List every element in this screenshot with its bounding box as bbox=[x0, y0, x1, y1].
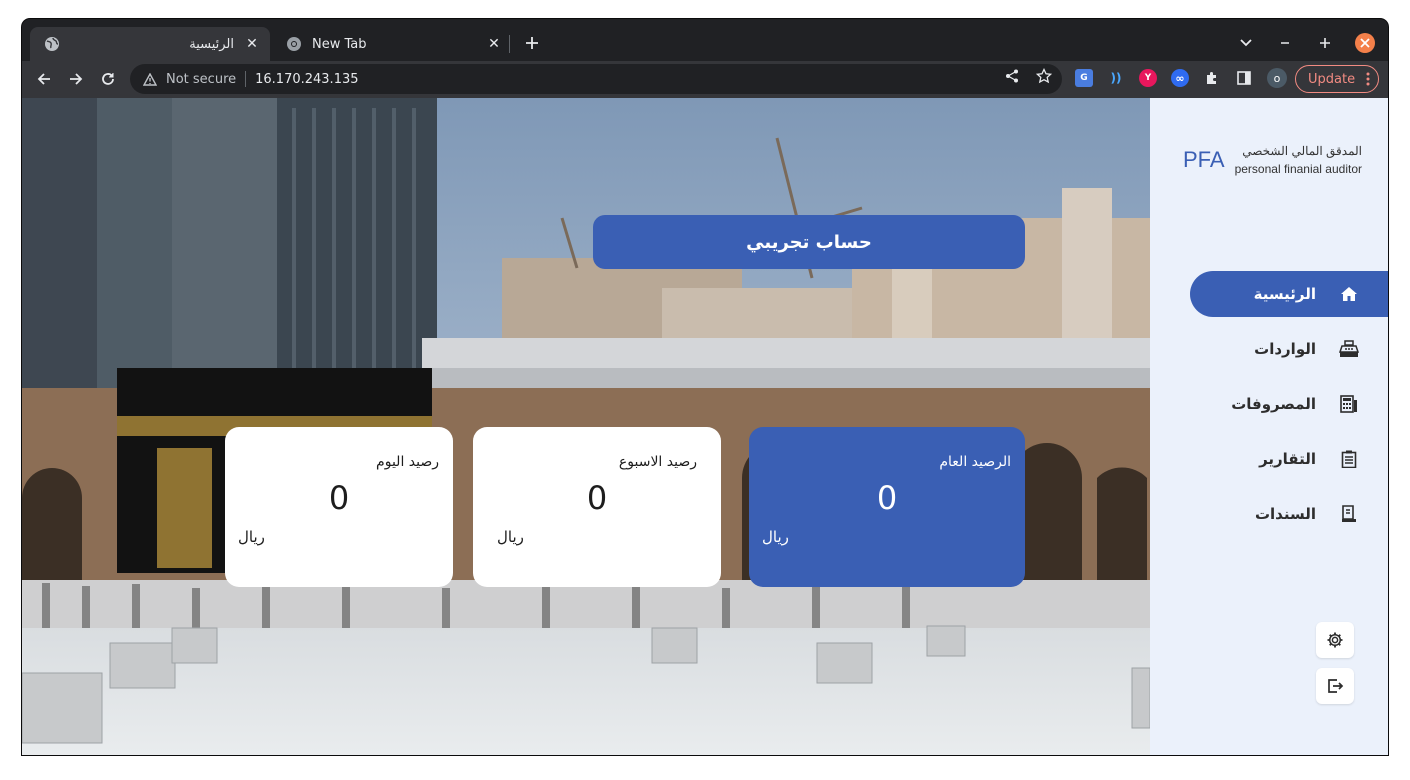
brand-logo[interactable]: PFA bbox=[1183, 147, 1225, 173]
tab-title: New Tab bbox=[312, 36, 367, 52]
back-button[interactable] bbox=[31, 66, 57, 92]
browser-toolbar: Not secure 16.170.243.135 G )) Y ∞ o Upd… bbox=[22, 61, 1388, 98]
card-value: 0 bbox=[586, 479, 608, 517]
globe-icon bbox=[44, 36, 60, 52]
sidebar-item-vouchers[interactable]: السندات bbox=[1150, 491, 1388, 537]
sidebar-nav: الرئيسية الواردات المصروفات التقارير الس… bbox=[1150, 271, 1388, 546]
logout-icon bbox=[1328, 679, 1344, 693]
browser-window: الرئيسية ✕ New Tab ✕ Not secure 16.170.2… bbox=[22, 19, 1388, 755]
more-vert-icon[interactable] bbox=[1366, 72, 1370, 90]
sidebar-item-label: الواردات bbox=[1254, 340, 1316, 358]
plus-icon bbox=[526, 37, 538, 49]
maximize-icon bbox=[1320, 38, 1330, 48]
address-bar[interactable]: Not secure 16.170.243.135 bbox=[130, 64, 1062, 94]
receipt-icon bbox=[1338, 503, 1360, 525]
sidebar-item-expenses[interactable]: المصروفات bbox=[1150, 381, 1388, 427]
home-icon bbox=[1338, 283, 1360, 305]
sidebar: PFA المدقق المالي الشخصي personal finani… bbox=[1150, 98, 1388, 755]
sidebar-item-income[interactable]: الواردات bbox=[1150, 326, 1388, 372]
minimize-icon bbox=[1281, 42, 1289, 44]
sidebar-item-reports[interactable]: التقارير bbox=[1150, 436, 1388, 482]
tab-close-icon[interactable]: ✕ bbox=[244, 36, 260, 52]
card-title: رصيد الاسبوع bbox=[618, 454, 697, 470]
close-window-button[interactable] bbox=[1353, 31, 1377, 55]
balance-card-week: رصيد الاسبوع 0 ريال bbox=[473, 427, 721, 587]
card-value: 0 bbox=[876, 479, 898, 517]
logout-button[interactable] bbox=[1316, 668, 1354, 704]
settings-button[interactable] bbox=[1316, 622, 1354, 658]
security-label[interactable]: Not secure bbox=[166, 72, 236, 87]
brand-title-en: personal finanial auditor bbox=[1234, 162, 1362, 176]
sidebar-item-home[interactable]: الرئيسية bbox=[1190, 271, 1388, 317]
arrow-right-icon bbox=[70, 73, 83, 85]
calculator-icon bbox=[1338, 393, 1360, 415]
google-translate-icon[interactable]: G bbox=[1075, 69, 1093, 87]
infinity-extension-icon[interactable]: ∞ bbox=[1171, 69, 1189, 87]
wifi-extension-icon[interactable]: )) bbox=[1107, 69, 1125, 87]
card-title: الرصيد العام bbox=[939, 454, 1011, 470]
red-extension-icon[interactable]: Y bbox=[1139, 69, 1157, 87]
chrome-icon bbox=[286, 36, 302, 52]
close-icon bbox=[1355, 33, 1375, 53]
tab-close-icon[interactable]: ✕ bbox=[486, 36, 502, 52]
puzzle-icon[interactable] bbox=[1203, 69, 1221, 87]
sidebar-item-label: التقارير bbox=[1259, 450, 1316, 468]
update-label: Update bbox=[1308, 71, 1356, 87]
card-unit: ريال bbox=[762, 528, 789, 546]
chevron-down-icon bbox=[1240, 39, 1252, 47]
update-button[interactable]: Update bbox=[1295, 65, 1379, 93]
minimize-button[interactable] bbox=[1273, 31, 1297, 55]
arrow-left-icon bbox=[37, 73, 50, 85]
brand: PFA المدقق المالي الشخصي personal finani… bbox=[1183, 142, 1362, 178]
sidebar-item-label: المصروفات bbox=[1231, 395, 1316, 413]
new-tab-button[interactable] bbox=[520, 31, 544, 55]
tab-new-tab[interactable]: New Tab ✕ bbox=[272, 27, 512, 61]
gear-icon bbox=[1327, 632, 1343, 648]
url-text[interactable]: 16.170.243.135 bbox=[255, 72, 358, 87]
warning-icon[interactable] bbox=[142, 71, 158, 87]
clipboard-icon bbox=[1338, 448, 1360, 470]
sidebar-item-label: السندات bbox=[1254, 505, 1316, 523]
card-title: رصيد اليوم bbox=[376, 454, 439, 470]
card-unit: ريال bbox=[238, 528, 265, 546]
page-viewport: حساب تجريبي الرصيد العام 0 ريال رصيد الا… bbox=[22, 98, 1388, 755]
sidebar-item-label: الرئيسية bbox=[1253, 285, 1316, 303]
reload-icon bbox=[102, 73, 114, 85]
brand-title-ar: المدقق المالي الشخصي bbox=[1242, 144, 1362, 158]
tab-title: الرئيسية bbox=[189, 36, 234, 52]
tab-strip: الرئيسية ✕ New Tab ✕ bbox=[22, 19, 1388, 61]
reload-button[interactable] bbox=[95, 66, 121, 92]
card-unit: ريال bbox=[497, 528, 524, 546]
card-value: 0 bbox=[328, 479, 350, 517]
profile-avatar[interactable]: o bbox=[1267, 68, 1287, 88]
balance-card-today: رصيد اليوم 0 ريال bbox=[225, 427, 453, 587]
maximize-button[interactable] bbox=[1313, 31, 1337, 55]
balance-card-total: الرصيد العام 0 ريال bbox=[749, 427, 1025, 587]
tab-home[interactable]: الرئيسية ✕ bbox=[30, 27, 270, 61]
sidepanel-icon[interactable] bbox=[1235, 69, 1253, 87]
forward-button[interactable] bbox=[63, 66, 89, 92]
account-banner: حساب تجريبي bbox=[593, 215, 1025, 269]
address-divider bbox=[245, 71, 247, 87]
tab-divider bbox=[509, 35, 510, 53]
tab-search-button[interactable] bbox=[1234, 31, 1258, 55]
cash-register-icon bbox=[1338, 338, 1360, 360]
bookmark-star-icon[interactable] bbox=[1036, 68, 1052, 84]
share-icon[interactable] bbox=[1004, 68, 1020, 84]
